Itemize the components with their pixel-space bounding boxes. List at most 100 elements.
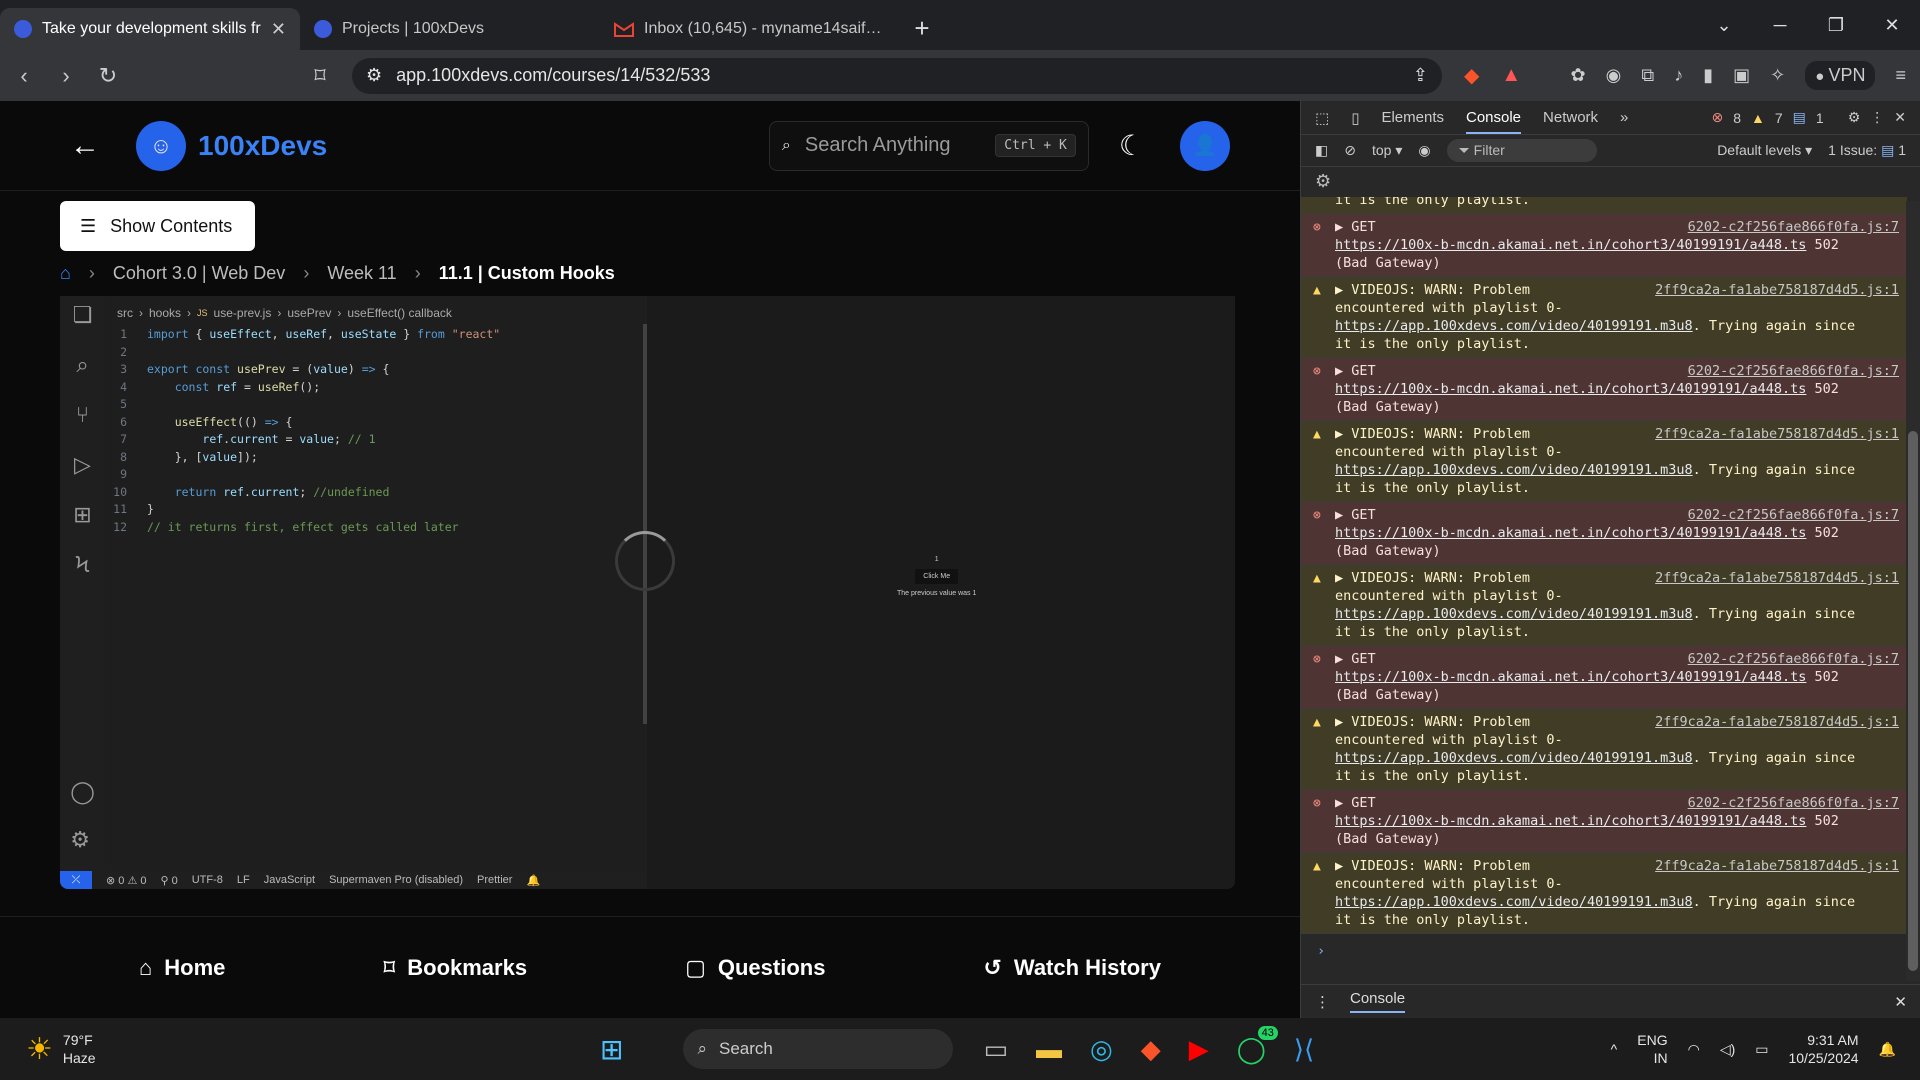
close-tab-icon[interactable]: ✕ — [271, 19, 286, 40]
battery-icon[interactable]: ▭ — [1755, 1041, 1768, 1058]
extension-icon[interactable]: ◉ — [1606, 65, 1622, 86]
windows-start-icon[interactable]: ⊞ — [600, 1033, 623, 1066]
resource-link[interactable]: https://app.100xdevs.com/video/40199191.… — [1335, 750, 1693, 766]
clock[interactable]: 9:31 AM 10/25/2024 — [1788, 1031, 1858, 1067]
inspect-icon[interactable]: ⬚ — [1315, 109, 1329, 127]
resource-link[interactable]: https://100x-b-mcdn.akamai.net.in/cohort… — [1335, 237, 1806, 253]
source-link[interactable]: 6202-c2f256fae866f0fa.js:7 — [1688, 362, 1899, 380]
back-arrow-icon[interactable]: ← — [70, 129, 100, 163]
resource-link[interactable]: https://100x-b-mcdn.akamai.net.in/cohort… — [1335, 813, 1806, 829]
resource-link[interactable]: https://100x-b-mcdn.akamai.net.in/cohort… — [1335, 381, 1806, 397]
weather-widget[interactable]: ☀ 79°F Haze — [0, 1031, 600, 1067]
issues-button[interactable]: 1 Issue: ▤ 1 — [1828, 142, 1906, 159]
clear-console-icon[interactable]: ⊘ — [1344, 142, 1356, 159]
source-link[interactable]: 6202-c2f256fae866f0fa.js:7 — [1688, 218, 1899, 236]
extensions-puzzle-icon[interactable]: ⧉ — [1641, 65, 1654, 86]
breadcrumb-item[interactable]: Cohort 3.0 | Web Dev — [113, 263, 285, 284]
show-contents-button[interactable]: ☰ Show Contents — [60, 201, 255, 251]
site-settings-icon[interactable]: ⚙ — [366, 65, 382, 86]
leo-ai-icon[interactable]: ✧ — [1770, 65, 1785, 86]
source-link[interactable]: 2ff9ca2a-fa1abe758187d4d5.js:1 — [1655, 857, 1899, 875]
resource-link[interactable]: https://100x-b-mcdn.akamai.net.in/cohort… — [1335, 525, 1806, 541]
close-window-icon[interactable]: ✕ — [1864, 15, 1920, 36]
wifi-icon[interactable]: ◠ — [1688, 1041, 1700, 1058]
console-scrollbar[interactable] — [1906, 201, 1920, 981]
devtools-counts[interactable]: ⊗ 8 ▲ 7 ▤ 1 ⚙ ⋮ ✕ — [1711, 109, 1906, 126]
footer-watch-history[interactable]: ↺ Watch History — [983, 955, 1161, 981]
resource-link[interactable]: https://app.100xdevs.com/video/40199191.… — [1335, 894, 1693, 910]
console-error-message[interactable]: ⊗ 6202-c2f256fae866f0fa.js:7 ▶ GET https://… — [1301, 358, 1907, 421]
minimize-icon[interactable]: ─ — [1752, 15, 1808, 36]
back-icon[interactable]: ‹ — [14, 63, 34, 89]
task-view-icon[interactable]: ▭ — [983, 1034, 1008, 1065]
resource-link[interactable]: https://app.100xdevs.com/video/40199191.… — [1335, 606, 1693, 622]
browser-tab[interactable]: Take your development skills fr ✕ — [0, 8, 300, 50]
more-tabs-icon[interactable]: » — [1620, 109, 1628, 126]
site-search[interactable]: ⌕ Search Anything Ctrl + K — [768, 120, 1089, 171]
brave-shield-icon[interactable]: ◆ — [1464, 63, 1479, 88]
notification-bell-icon[interactable]: 🔔 — [1879, 1041, 1896, 1058]
wallet-icon[interactable]: ▣ — [1733, 65, 1750, 86]
source-link[interactable]: 6202-c2f256fae866f0fa.js:7 — [1688, 794, 1899, 812]
sidebar-icon[interactable]: ▮ — [1703, 65, 1713, 86]
source-link[interactable]: 2ff9ca2a-fa1abe758187d4d5.js:1 — [1655, 713, 1899, 731]
whatsapp-icon[interactable]: ◯ 43 — [1237, 1025, 1278, 1065]
live-expression-eye-icon[interactable]: ◉ — [1418, 142, 1430, 159]
source-link[interactable]: 2ff9ca2a-fa1abe758187d4d5.js:1 — [1655, 281, 1899, 299]
browser-tab[interactable]: Projects | 100xDevs — [300, 8, 600, 50]
resource-link[interactable]: https://app.100xdevs.com/video/40199191.… — [1335, 318, 1693, 334]
console-settings-icon[interactable]: ⚙ — [1301, 167, 1920, 197]
language-indicator[interactable]: ENG IN — [1637, 1031, 1667, 1067]
reload-icon[interactable]: ↻ — [98, 63, 118, 89]
vpn-button[interactable]: ● VPN — [1805, 61, 1876, 90]
site-logo[interactable]: ☺ 100xDevs — [136, 120, 327, 171]
source-link[interactable]: 6202-c2f256fae866f0fa.js:7 — [1688, 650, 1899, 668]
tray-chevron-icon[interactable]: ^ — [1611, 1041, 1618, 1057]
footer-questions[interactable]: ▢ Questions — [685, 955, 825, 981]
console-error-message[interactable]: ⊗ 6202-c2f256fae866f0fa.js:7 ▶ GET https://… — [1301, 502, 1907, 565]
brave-icon[interactable]: ◆ — [1141, 1034, 1161, 1065]
console-error-message[interactable]: ⊗ 6202-c2f256fae866f0fa.js:7 ▶ GET https://… — [1301, 646, 1907, 709]
music-icon[interactable]: ♪ — [1674, 65, 1683, 86]
breadcrumb-item[interactable]: Week 11 — [327, 263, 396, 284]
console-warning-message[interactable]: ▲ 2ff9ca2a-fa1abe758187d4d5.js:1 ▶ VIDEOJS… — [1301, 853, 1907, 934]
restore-icon[interactable]: ❐ — [1808, 15, 1864, 36]
filter-input[interactable]: ⏷ Filter — [1446, 139, 1597, 162]
edge-icon[interactable]: ◎ — [1090, 1034, 1113, 1065]
home-icon[interactable]: ⌂ — [60, 263, 71, 284]
source-link[interactable]: 6202-c2f256fae866f0fa.js:7 — [1688, 506, 1899, 524]
brave-rewards-icon[interactable]: ▲ — [1501, 64, 1521, 87]
context-select[interactable]: top ▾ — [1372, 142, 1402, 159]
resource-link[interactable]: https://100x-b-mcdn.akamai.net.in/cohort… — [1335, 669, 1806, 685]
browser-tab[interactable]: Inbox (10,645) - myname14saif@gm — [600, 8, 900, 50]
sidebar-toggle-icon[interactable]: ◧ — [1315, 142, 1328, 159]
gear-icon[interactable]: ⚙ — [1848, 109, 1861, 126]
console-error-message[interactable]: ⊗ 6202-c2f256fae866f0fa.js:7 ▶ GET https://… — [1301, 790, 1907, 853]
tab-search-chevron-icon[interactable]: ⌄ — [1696, 15, 1752, 36]
source-link[interactable]: 2ff9ca2a-fa1abe758187d4d5.js:1 — [1655, 425, 1899, 443]
tab-network[interactable]: Network — [1543, 109, 1598, 126]
bookmark-icon[interactable]: ⌑ — [310, 63, 330, 89]
console-prompt[interactable]: › — [1301, 934, 1907, 968]
menu-icon[interactable]: ≡ — [1895, 65, 1906, 86]
console-error-message[interactable]: ⊗ 6202-c2f256fae866f0fa.js:7 ▶ GET https://… — [1301, 214, 1907, 277]
theme-toggle-moon-icon[interactable]: ☾ — [1119, 129, 1144, 162]
forward-icon[interactable]: › — [56, 63, 76, 89]
console-warning-message[interactable]: ▲ 2ff9ca2a-fa1abe758187d4d5.js:1 ▶ VIDEOJS… — [1301, 565, 1907, 646]
vscode-icon[interactable]: ⟩⟨ — [1294, 1034, 1314, 1065]
console-warning-message[interactable]: ▲ 2ff9ca2a-fa1abe758187d4d5.js:1 ▶ VIDEOJS… — [1301, 277, 1907, 358]
drawer-tab-console[interactable]: Console — [1350, 990, 1406, 1013]
address-bar[interactable]: ⚙ app.100xdevs.com/courses/14/532/533 ⇪ — [352, 57, 1442, 94]
drawer-menu-icon[interactable]: ⋮ — [1315, 993, 1330, 1011]
tab-elements[interactable]: Elements — [1381, 109, 1444, 126]
kebab-menu-icon[interactable]: ⋮ — [1870, 109, 1884, 126]
new-tab-icon[interactable]: + — [900, 13, 944, 44]
log-levels-select[interactable]: Default levels ▾ — [1717, 142, 1812, 159]
footer-home[interactable]: ⌂ Home — [139, 955, 225, 981]
close-drawer-icon[interactable]: ✕ — [1894, 993, 1907, 1011]
source-link[interactable]: 2ff9ca2a-fa1abe758187d4d5.js:1 — [1655, 569, 1899, 587]
youtube-icon[interactable]: ▶ — [1189, 1034, 1209, 1065]
close-icon[interactable]: ✕ — [1894, 109, 1906, 126]
device-toggle-icon[interactable]: ▯ — [1351, 109, 1359, 127]
file-explorer-icon[interactable]: ▬ — [1036, 1034, 1062, 1065]
